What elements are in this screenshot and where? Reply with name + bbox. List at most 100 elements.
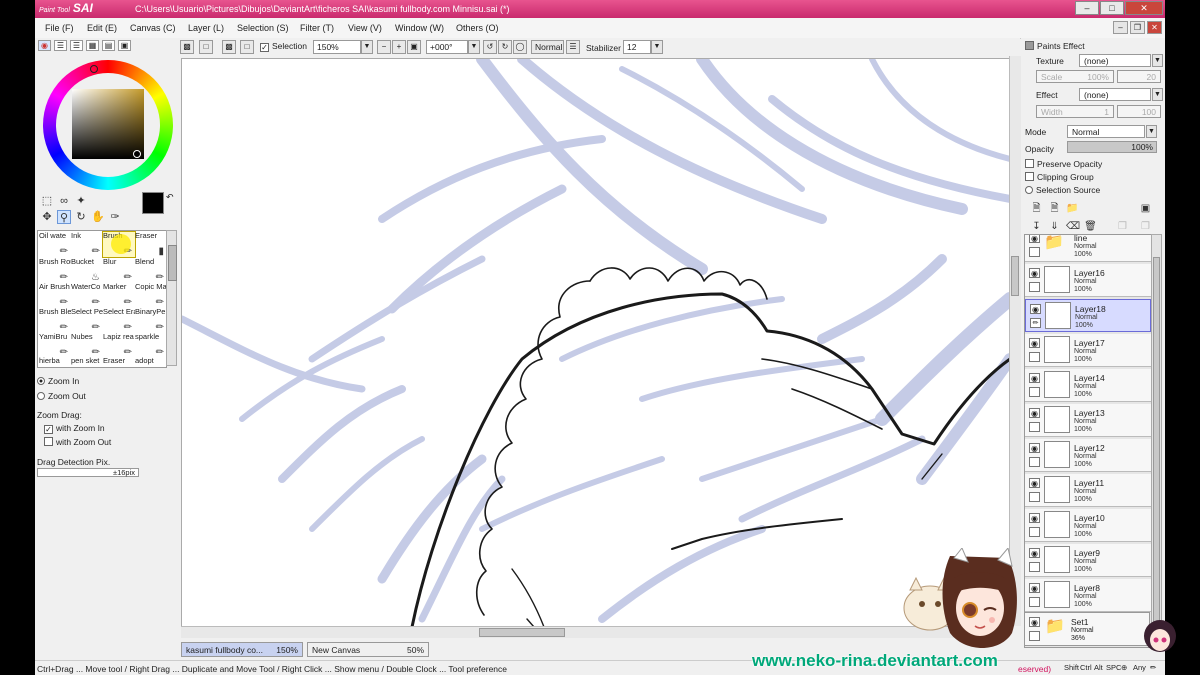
color-cursor[interactable] — [133, 150, 141, 158]
preserve-opacity-checkbox[interactable]: Preserve Opacity — [1025, 159, 1102, 169]
zoom-reset-icon[interactable]: ▣ — [407, 40, 421, 54]
brush-slot[interactable]: Bucket ♨ — [71, 258, 103, 283]
menu-layer[interactable]: Layer (L) — [188, 23, 224, 33]
foreground-color-swatch[interactable] — [142, 192, 164, 214]
lock-icon[interactable] — [1029, 352, 1040, 362]
magic-wand-icon[interactable]: ✦ — [74, 194, 88, 208]
with-zoom-in-checkbox[interactable]: ✓ with Zoom In — [44, 423, 105, 434]
brush-slot[interactable]: Eraser ▮ — [135, 232, 167, 257]
brush-slot[interactable]: Blend ✏ — [135, 258, 167, 283]
brush-slot[interactable]: sparkle ✏ — [135, 333, 167, 358]
eye-icon[interactable]: ◉ — [1030, 304, 1041, 314]
zoom-dropdown-icon[interactable]: ▼ — [361, 40, 373, 54]
stabilizer-dropdown-icon[interactable]: ▼ — [651, 40, 663, 54]
new-linework-layer-icon[interactable]: 🗎 — [1048, 202, 1061, 215]
zoom-in-icon[interactable]: + — [392, 40, 406, 54]
menu-file[interactable]: File (F) — [45, 23, 74, 33]
menu-window[interactable]: Window (W) — [395, 23, 444, 33]
mixer-tab[interactable]: ▤ — [102, 40, 115, 51]
merge-down-icon[interactable]: ⇓ — [1048, 220, 1061, 233]
pen-icon[interactable]: ✏ — [1030, 318, 1041, 328]
effect-select[interactable]: (none) — [1079, 88, 1151, 101]
eye-icon[interactable]: ◉ — [1029, 268, 1040, 278]
opacity-slider[interactable]: 100% — [1067, 141, 1157, 153]
clipping-group-checkbox[interactable]: Clipping Group — [1025, 172, 1094, 182]
brush-slot[interactable]: Select Erase✏ — [103, 308, 135, 333]
eye-icon[interactable]: ◉ — [1029, 443, 1040, 453]
clear-icon[interactable]: □ — [240, 40, 254, 54]
menu-selection[interactable]: Selection (S) — [237, 23, 289, 33]
brush-slot[interactable]: WaterCo ✏ — [71, 283, 103, 308]
lock-icon[interactable] — [1029, 282, 1040, 292]
layer-row[interactable]: ◉ Layer10 Normal 100% — [1025, 509, 1151, 542]
layer-row[interactable]: ◉ Layer8 Normal 100% — [1025, 579, 1151, 612]
eye-icon[interactable]: ◉ — [1029, 408, 1040, 418]
hsv-slider-tab[interactable]: ☰ — [70, 40, 83, 51]
color-wheel-tab[interactable]: ◉ — [38, 40, 51, 51]
brush-slot[interactable]: Air Brush ✏ — [39, 283, 71, 308]
menu-view[interactable]: View (V) — [348, 23, 382, 33]
brush-slot[interactable]: YamiBru ✏ — [39, 333, 71, 358]
eye-icon[interactable]: ◉ — [1029, 235, 1040, 243]
canvas-vertical-scrollbar[interactable] — [1009, 56, 1021, 626]
select-all-icon[interactable]: ▩ — [180, 40, 194, 54]
lock-icon[interactable] — [1029, 457, 1040, 467]
zoom-field[interactable]: 150% — [313, 40, 361, 54]
lock-icon[interactable] — [1029, 562, 1040, 572]
rotate-right-icon[interactable]: ↻ — [498, 40, 512, 54]
layer-row[interactable]: ◉ Layer14 Normal 100% — [1025, 369, 1151, 402]
deselect-icon[interactable]: □ — [199, 40, 213, 54]
rect-select-icon[interactable]: ⬚ — [40, 194, 54, 208]
delete-layer-icon[interactable]: 🗑 — [1084, 220, 1097, 233]
brush-slot[interactable]: Select Pen✏ — [71, 308, 103, 333]
layer-folder-line[interactable]: ◉ 📁 line Normal 100% — [1025, 235, 1151, 262]
brush-slot[interactable]: Ink ✏ — [71, 232, 103, 257]
brush-slot[interactable]: Marker ✏ — [103, 283, 135, 308]
copy-layer-icon[interactable]: ❐ — [1116, 220, 1129, 233]
new-layer-icon[interactable]: 🗎 — [1030, 202, 1043, 215]
lock-icon[interactable] — [1029, 527, 1040, 537]
rotation-dropdown-icon[interactable]: ▼ — [468, 40, 480, 54]
brush-slot[interactable]: Copic Marke✏ — [135, 283, 167, 308]
layer-folder-set1[interactable]: ◉ 📁 Set1 Normal 36% — [1024, 612, 1150, 646]
brush-slot[interactable]: pen sket — [71, 357, 103, 367]
menu-canvas[interactable]: Canvas (C) — [130, 23, 176, 33]
flip-icon[interactable]: ☰ — [566, 40, 580, 54]
close-button[interactable]: ✕ — [1125, 1, 1163, 15]
eye-icon[interactable]: ◉ — [1029, 338, 1040, 348]
mdi-minimize-button[interactable]: – — [1113, 21, 1128, 34]
zoom-in-radio[interactable]: Zoom In — [37, 376, 79, 386]
lock-icon[interactable] — [1029, 631, 1040, 641]
transfer-down-icon[interactable]: ↧ — [1030, 220, 1043, 233]
brush-slot[interactable]: BinaryPe ✏ — [135, 308, 167, 333]
selection-source-radio[interactable]: Selection Source — [1025, 185, 1100, 195]
invert-icon[interactable]: ▩ — [222, 40, 236, 54]
blend-mode-select[interactable]: Normal — [1067, 125, 1145, 138]
move-icon[interactable]: ✥ — [40, 210, 54, 224]
new-folder-icon[interactable]: 📁 — [1066, 202, 1079, 215]
lasso-icon[interactable]: ∞ — [57, 194, 71, 208]
selection-toggle[interactable]: ✓ Selection — [260, 41, 307, 52]
lock-icon[interactable] — [1029, 387, 1040, 397]
doc-tab-new-canvas[interactable]: New Canvas 50% — [307, 642, 429, 657]
stabilizer-field[interactable]: 12 — [623, 40, 651, 54]
rotate-left-icon[interactable]: ↺ — [483, 40, 497, 54]
brush-slot[interactable]: Eraser — [103, 357, 135, 367]
eyedropper-icon[interactable]: ✑ — [108, 210, 122, 224]
zoom-out-radio[interactable]: Zoom Out — [37, 391, 86, 401]
lock-icon[interactable] — [1029, 492, 1040, 502]
doc-tab-kasumi[interactable]: kasumi fullbody co... 150% — [181, 642, 303, 657]
brush-scrollbar[interactable] — [166, 230, 177, 366]
layer-row[interactable]: ◉ Layer12 Normal 100% — [1025, 439, 1151, 472]
brush-slot[interactable]: Lapiz rea ✏ — [103, 333, 135, 358]
texture-dropdown-icon[interactable]: ▼ — [1152, 54, 1163, 67]
menu-filter[interactable]: Filter (T) — [300, 23, 334, 33]
swatches-tab[interactable]: ▦ — [86, 40, 99, 51]
brush-slot[interactable]: adopt — [135, 357, 167, 367]
layer-row[interactable]: ◉ Layer11 Normal 100% — [1025, 474, 1151, 507]
with-zoom-out-checkbox[interactable]: with Zoom Out — [44, 437, 111, 447]
eye-icon[interactable]: ◉ — [1029, 478, 1040, 488]
brush-slot[interactable]: Oil wate ✏ — [39, 232, 71, 257]
paste-layer-icon[interactable]: ❐ — [1139, 220, 1152, 233]
lock-icon[interactable] — [1029, 422, 1040, 432]
